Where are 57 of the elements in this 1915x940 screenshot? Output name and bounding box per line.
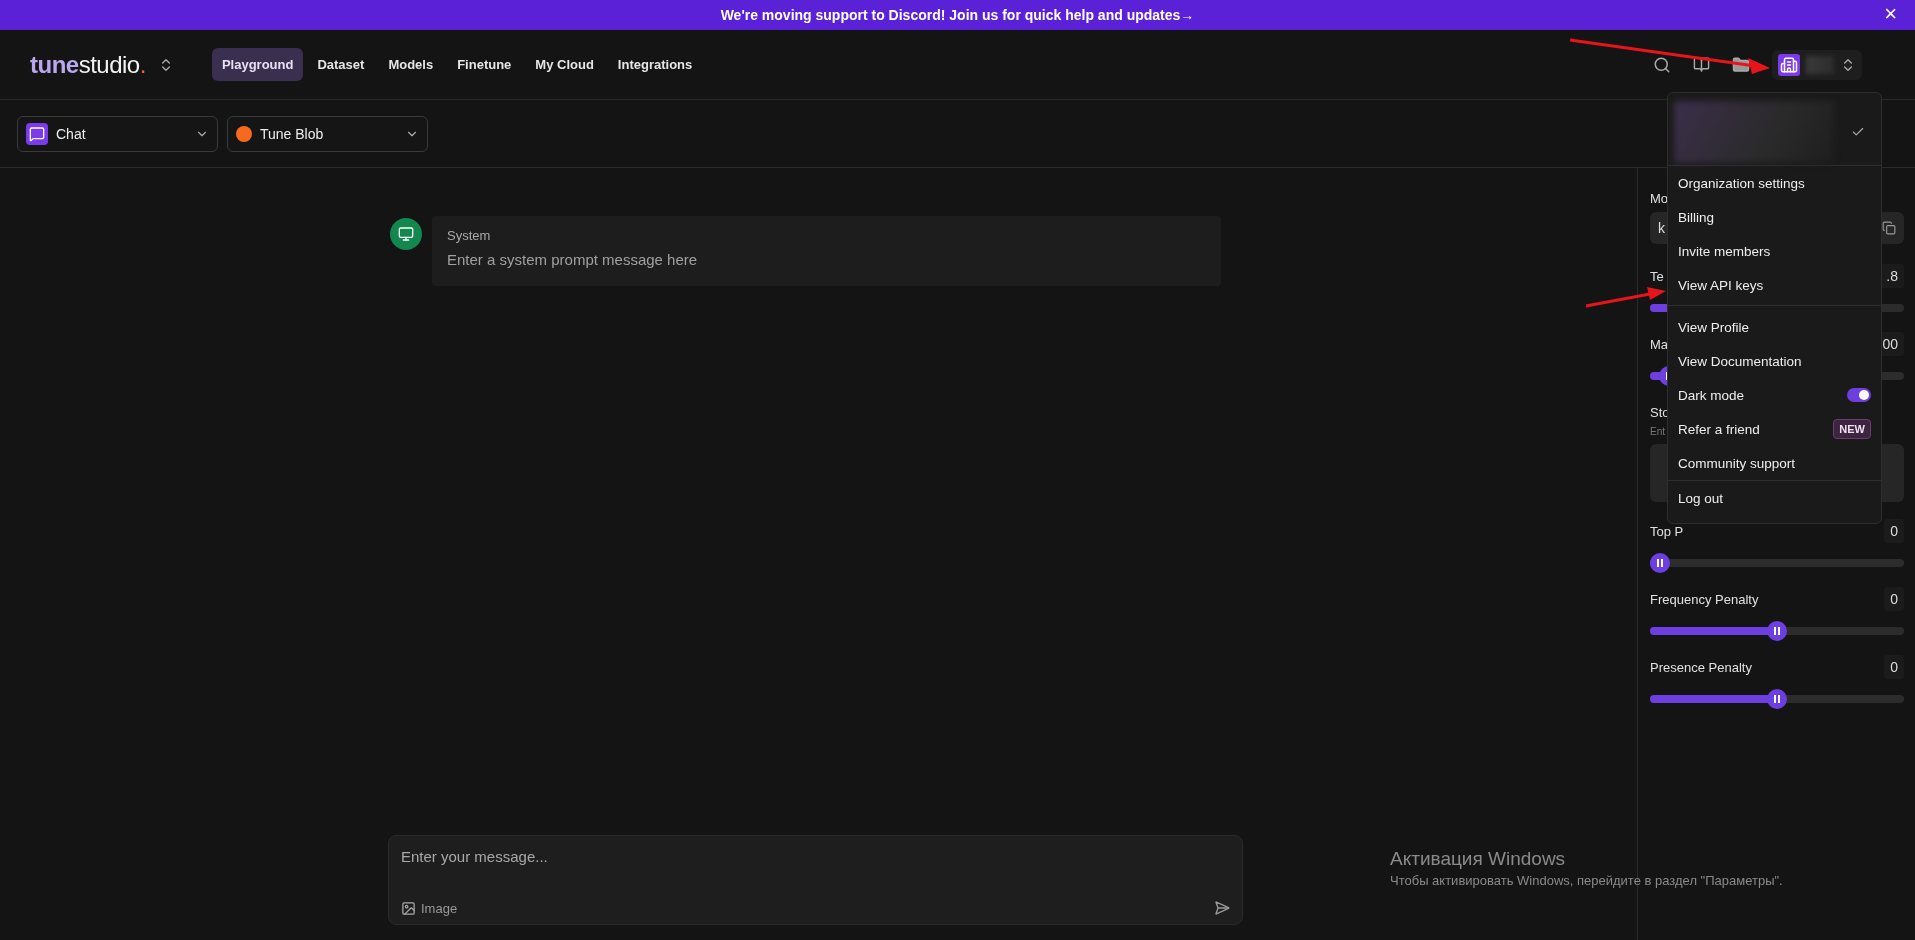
param-value[interactable]: 0 xyxy=(1884,519,1904,543)
book-icon[interactable] xyxy=(1693,56,1710,73)
param-label: Te xyxy=(1650,268,1664,284)
menu-item[interactable]: Log out xyxy=(1668,481,1881,515)
field-value: k xyxy=(1658,220,1665,236)
slider-thumb[interactable] xyxy=(1650,553,1670,573)
activation-text: Чтобы активировать Windows, перейдите в раздел "Параметры". xyxy=(1390,873,1783,888)
copy-icon[interactable] xyxy=(1882,221,1896,235)
nav-tab[interactable]: My Cloud xyxy=(525,48,604,81)
nav-tab[interactable]: Integrations xyxy=(607,48,703,81)
mode-select[interactable]: Chat xyxy=(17,115,218,152)
logo[interactable]: tunestudio. xyxy=(30,50,146,79)
nav-tab[interactable]: Dataset xyxy=(307,48,375,81)
menu-item[interactable]: Dark mode xyxy=(1668,378,1881,412)
param-label: Mo xyxy=(1650,190,1669,206)
message-field[interactable]: Enter your message... xyxy=(401,848,1230,865)
menu-item[interactable]: View API keys xyxy=(1668,268,1881,302)
blurred-name xyxy=(1806,55,1834,74)
new-badge: NEW xyxy=(1833,419,1871,439)
menu-item[interactable]: Billing xyxy=(1668,200,1881,234)
send-button[interactable] xyxy=(1214,900,1230,916)
slider-track[interactable] xyxy=(1650,689,1904,709)
param-hint: Ent xyxy=(1650,426,1665,438)
nav-tab[interactable]: Finetune xyxy=(447,48,522,81)
search-icon[interactable] xyxy=(1653,55,1671,74)
model-dot xyxy=(236,125,252,142)
banner-text[interactable]: We're moving support to Discord! Join us for quick help and updates→ xyxy=(720,7,1195,23)
monitor-icon xyxy=(390,218,422,250)
system-prompt-field[interactable]: Enter a system prompt message here xyxy=(447,251,1206,268)
dark-mode-toggle[interactable] xyxy=(1847,388,1871,402)
param-label: Ma xyxy=(1650,336,1669,352)
menu-item[interactable]: Invite members xyxy=(1668,234,1881,268)
menu-item[interactable]: Community support xyxy=(1668,446,1881,480)
account-switcher[interactable] xyxy=(1772,49,1862,80)
param-value[interactable]: 0 xyxy=(1884,655,1904,679)
slider-thumb[interactable] xyxy=(1767,621,1787,641)
param-label: Frequency Penalty xyxy=(1650,591,1759,607)
close-button[interactable]: × xyxy=(1880,3,1901,25)
check-icon xyxy=(1851,125,1865,139)
param-value[interactable]: 0 xyxy=(1884,587,1904,611)
model-select[interactable]: Tune Blob xyxy=(227,115,428,152)
system-label: System xyxy=(447,228,492,243)
slider-thumb[interactable] xyxy=(1767,689,1787,709)
nav-tab[interactable]: Playground xyxy=(211,48,304,81)
chat-icon xyxy=(26,122,48,145)
menu-item[interactable]: Refer a friend NEW xyxy=(1668,412,1881,446)
menu-item[interactable]: Organization settings xyxy=(1668,166,1881,200)
param-label: Presence Penalty xyxy=(1650,659,1752,675)
image-button[interactable]: Image xyxy=(401,900,458,916)
slider-track[interactable] xyxy=(1650,553,1904,573)
param-label: Top P xyxy=(1650,523,1684,539)
nav-tab[interactable]: Models xyxy=(378,48,444,81)
slider-track[interactable] xyxy=(1650,621,1904,641)
activation-title: Активация Windows xyxy=(1390,848,1567,870)
image-icon xyxy=(401,900,416,916)
param-value[interactable]: .8 xyxy=(1880,264,1904,288)
building-icon xyxy=(1778,53,1800,76)
